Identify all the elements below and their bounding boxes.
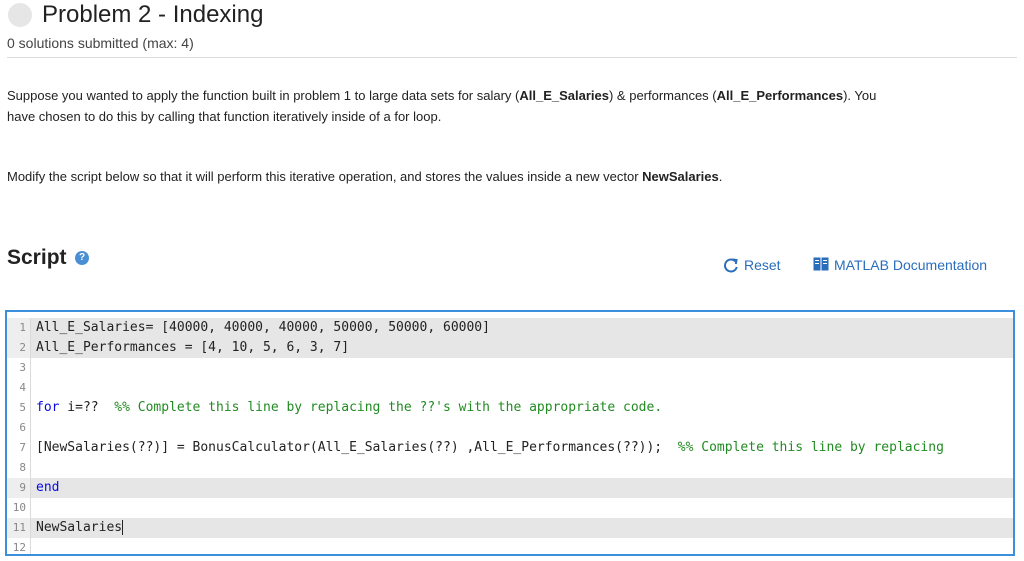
line-number: 9 bbox=[7, 478, 31, 498]
line-number: 6 bbox=[7, 418, 31, 438]
keyword: for bbox=[36, 400, 60, 415]
code: All_E_Performances = [4, 10, 5, 6, 3, 7] bbox=[36, 340, 350, 355]
line-number: 3 bbox=[7, 358, 31, 378]
line-number: 4 bbox=[7, 378, 31, 398]
code-text[interactable]: [NewSalaries(??)] = BonusCalculator(All_… bbox=[36, 438, 944, 458]
keyword: end bbox=[36, 480, 60, 495]
code: NewSalaries bbox=[36, 520, 123, 535]
var-all-e-salaries: All_E_Salaries bbox=[519, 88, 609, 103]
code: All_E_Salaries= [40000, 40000, 40000, 50… bbox=[36, 320, 490, 335]
line-number: 8 bbox=[7, 458, 31, 478]
code-text[interactable]: All_E_Salaries= [40000, 40000, 40000, 50… bbox=[36, 318, 490, 338]
description-paragraph-1: Suppose you wanted to apply the function… bbox=[7, 85, 967, 127]
code-line[interactable]: 10 bbox=[7, 498, 1013, 518]
code-line[interactable]: 4 bbox=[7, 378, 1013, 398]
code-editor[interactable]: 1 All_E_Salaries= [40000, 40000, 40000, 5… bbox=[5, 310, 1015, 556]
reset-arrow-icon[interactable] bbox=[723, 257, 739, 273]
code-text[interactable]: end bbox=[36, 478, 59, 498]
comment: %% Complete this line by replacing the ?… bbox=[114, 400, 663, 415]
desc-text: ). You bbox=[843, 88, 877, 103]
code-line[interactable]: 5 for i=?? %% Complete this line by repla… bbox=[7, 398, 1013, 418]
code-line[interactable]: 1 All_E_Salaries= [40000, 40000, 40000, 5… bbox=[7, 318, 1013, 338]
code-line[interactable]: 8 bbox=[7, 458, 1013, 478]
line-number: 12 bbox=[7, 538, 31, 554]
question-circle-icon[interactable]: ? bbox=[75, 251, 89, 265]
desc-text: have chosen to do this by calling that f… bbox=[7, 109, 442, 124]
reset-button[interactable]: Reset bbox=[744, 257, 781, 273]
line-number: 5 bbox=[7, 398, 31, 418]
text-cursor bbox=[122, 520, 124, 535]
line-number: 1 bbox=[7, 318, 31, 338]
code-line[interactable]: 12 bbox=[7, 538, 1013, 554]
desc-text: . bbox=[718, 169, 723, 184]
line-number: 10 bbox=[7, 498, 31, 518]
code-text[interactable]: NewSalaries bbox=[36, 518, 124, 538]
code-line[interactable]: 6 bbox=[7, 418, 1013, 438]
submission-count: 0 solutions submitted (max: 4) bbox=[7, 35, 194, 51]
code-line[interactable]: 3 bbox=[7, 358, 1013, 378]
script-heading: Script bbox=[7, 246, 67, 269]
code-text[interactable]: All_E_Performances = [4, 10, 5, 6, 3, 7] bbox=[36, 338, 349, 358]
var-new-salaries: NewSalaries bbox=[642, 169, 719, 184]
code-line[interactable]: 9 end bbox=[7, 478, 1013, 498]
code-text[interactable]: for i=?? %% Complete this line by replac… bbox=[36, 398, 662, 418]
comment: %% Complete this line by replacing bbox=[677, 440, 944, 455]
description-paragraph-2: Modify the script below so that it will … bbox=[7, 166, 967, 187]
line-number: 7 bbox=[7, 438, 31, 458]
matlab-documentation-link[interactable]: MATLAB Documentation bbox=[834, 257, 987, 273]
divider bbox=[7, 57, 1017, 58]
problem-title: Problem 2 - Indexing bbox=[42, 1, 264, 28]
code-line[interactable]: 7 [NewSalaries(??)] = BonusCalculator(All… bbox=[7, 438, 1013, 458]
status-circle-icon bbox=[8, 3, 32, 27]
code-line[interactable]: 2 All_E_Performances = [4, 10, 5, 6, 3, 7… bbox=[7, 338, 1013, 358]
code: [NewSalaries(??)] = BonusCalculator(All_… bbox=[36, 440, 678, 455]
book-icon[interactable] bbox=[813, 257, 829, 271]
desc-text: ) & performances ( bbox=[608, 88, 717, 103]
code: i=?? bbox=[59, 400, 115, 415]
line-number: 2 bbox=[7, 338, 31, 358]
var-all-e-performances: All_E_Performances bbox=[716, 88, 844, 103]
desc-text: Modify the script below so that it will … bbox=[7, 169, 643, 184]
desc-text: Suppose you wanted to apply the function… bbox=[7, 88, 520, 103]
line-number: 11 bbox=[7, 518, 31, 538]
code-line[interactable]: 11 NewSalaries bbox=[7, 518, 1013, 538]
